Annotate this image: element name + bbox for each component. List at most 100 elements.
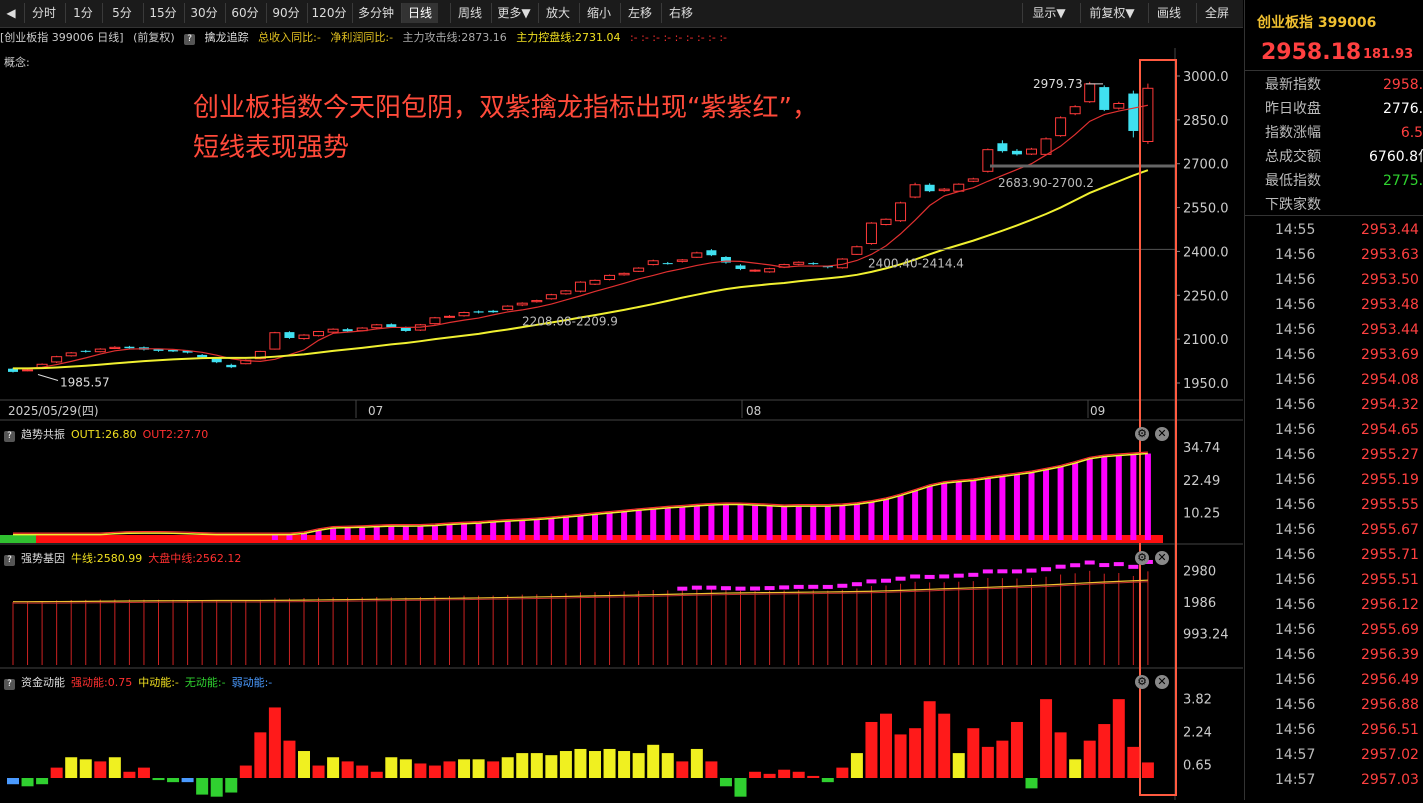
tick-row: 14:56 2956.49 bbox=[1245, 668, 1423, 693]
fund-bar bbox=[327, 757, 340, 778]
candle-body bbox=[967, 178, 979, 182]
fund-bar bbox=[618, 751, 631, 778]
toolbar-button-7[interactable]: 120分 bbox=[307, 3, 350, 23]
close-icon[interactable]: ✕ bbox=[1155, 675, 1169, 689]
trend-bar bbox=[475, 523, 482, 540]
tick-time: 14:56 bbox=[1275, 247, 1316, 263]
trend-bar bbox=[446, 524, 453, 540]
candle-body bbox=[458, 312, 470, 317]
fund-bar bbox=[778, 769, 791, 778]
trend-bar bbox=[1057, 466, 1064, 540]
trend-bar bbox=[1086, 458, 1093, 540]
toolbar-button-5[interactable]: 60分 bbox=[225, 3, 264, 23]
profit-yoy: 净利润同比:- bbox=[330, 31, 394, 44]
candle-body bbox=[589, 279, 601, 285]
gene-axis-label: 2980 bbox=[1183, 565, 1216, 580]
close-icon[interactable]: ✕ bbox=[1155, 551, 1169, 565]
trend-bar bbox=[621, 511, 628, 540]
fund-bar bbox=[763, 773, 776, 778]
fund-bar bbox=[472, 759, 485, 778]
toolbar-button-6[interactable]: 90分 bbox=[266, 3, 305, 23]
toolbar-right-button-3[interactable]: 全屏 bbox=[1196, 3, 1237, 23]
trend-pane-title: ? 趋势共振 OUT1:26.80 OUT2:27.70 bbox=[4, 426, 214, 442]
quote-price: 2958.18 bbox=[1261, 40, 1362, 65]
fund-bar bbox=[399, 759, 412, 778]
gene-marker bbox=[808, 584, 819, 589]
toolbar-button-1[interactable]: 1分 bbox=[65, 3, 100, 23]
control-line-value: 主力控盘线:2731.04 bbox=[516, 31, 621, 44]
stat-value: 2958.1 bbox=[1383, 77, 1423, 93]
candle-body bbox=[560, 290, 572, 295]
trend-bar bbox=[1101, 456, 1108, 540]
fund-bar bbox=[196, 778, 209, 795]
help-icon[interactable]: ? bbox=[4, 679, 15, 690]
toolbar-button-11[interactable]: 更多▼ bbox=[491, 3, 536, 23]
trend-bar bbox=[737, 504, 744, 540]
trend-bar bbox=[679, 506, 686, 540]
toolbar-button-9[interactable]: 日线 bbox=[401, 3, 438, 23]
gene-marker bbox=[779, 585, 790, 590]
toolbar-button-10[interactable]: 周线 bbox=[450, 3, 489, 23]
stat-label: 指数涨幅 bbox=[1265, 125, 1321, 141]
toolbar-button-14[interactable]: 左移 bbox=[620, 3, 659, 23]
trend-bar bbox=[315, 530, 322, 540]
candle-body bbox=[313, 331, 325, 337]
toolbar-button-15[interactable]: 右移 bbox=[661, 3, 700, 23]
fund-bar bbox=[530, 753, 543, 778]
fund-bar bbox=[487, 761, 500, 778]
fund-bar bbox=[36, 778, 49, 785]
toolbar-right-button-2[interactable]: 画线 bbox=[1148, 3, 1189, 23]
tick-time: 14:56 bbox=[1275, 272, 1316, 288]
candle-body bbox=[516, 302, 528, 306]
prev-stock-icon[interactable]: ◀ bbox=[2, 3, 20, 23]
gene-marker bbox=[1113, 562, 1124, 567]
help-icon[interactable]: ? bbox=[4, 431, 15, 442]
gene-marker bbox=[866, 579, 877, 584]
candle-body bbox=[1069, 106, 1081, 115]
fund-bar bbox=[501, 757, 514, 778]
fund-bar bbox=[152, 778, 165, 781]
toolbar-button-4[interactable]: 30分 bbox=[184, 3, 223, 23]
settings-icon[interactable]: ⚙ bbox=[1135, 427, 1149, 441]
chart-area[interactable]: 3000.0 2850.0 2700.0 2550.0 2400.0 2250.0 2100… bbox=[0, 48, 1243, 800]
tick-time: 14:57 bbox=[1275, 772, 1316, 788]
trend-bar bbox=[999, 476, 1006, 540]
tick-row: 14:57 2957.02 bbox=[1245, 743, 1423, 768]
fund-bar bbox=[414, 763, 427, 778]
fund-bar bbox=[283, 740, 296, 778]
toolbar-button-8[interactable]: 多分钟 bbox=[352, 3, 399, 23]
fund-bar bbox=[341, 761, 354, 778]
trend-axis-label: 34.74 bbox=[1183, 441, 1220, 456]
gene-marker bbox=[1070, 563, 1081, 568]
tick-time: 14:56 bbox=[1275, 722, 1316, 738]
fund-bar bbox=[181, 778, 194, 783]
stat-label: 最低指数 bbox=[1265, 173, 1321, 189]
trend-bar bbox=[766, 505, 773, 540]
settings-icon[interactable]: ⚙ bbox=[1135, 551, 1149, 565]
quote-title: 创业板指 399006 bbox=[1257, 15, 1377, 31]
trend-bar bbox=[461, 523, 468, 540]
quote-stat-row: 最新指数 2958.1 bbox=[1245, 73, 1423, 97]
tick-price: 2956.51 bbox=[1361, 722, 1419, 738]
tick-price: 2954.32 bbox=[1361, 397, 1419, 413]
toolbar-button-0[interactable]: 分时 bbox=[24, 3, 63, 23]
toolbar-button-2[interactable]: 5分 bbox=[102, 3, 141, 23]
stat-value: 2775.1 bbox=[1383, 173, 1423, 189]
toolbar-right-button-1[interactable]: 前复权▼ bbox=[1080, 3, 1143, 23]
close-icon[interactable]: ✕ bbox=[1155, 427, 1169, 441]
help-icon[interactable]: ? bbox=[4, 555, 15, 566]
tick-time: 14:56 bbox=[1275, 697, 1316, 713]
toolbar-button-3[interactable]: 15分 bbox=[143, 3, 182, 23]
toolbar-button-13[interactable]: 缩小 bbox=[579, 3, 618, 23]
trend-bar bbox=[868, 502, 875, 540]
gene-marker bbox=[691, 585, 702, 590]
toolbar-button-12[interactable]: 放大 bbox=[538, 3, 577, 23]
settings-icon[interactable]: ⚙ bbox=[1135, 675, 1149, 689]
help-icon[interactable]: ? bbox=[184, 34, 196, 45]
tick-row: 14:56 2955.51 bbox=[1245, 568, 1423, 593]
month-label: 07 bbox=[368, 404, 383, 418]
trend-bar bbox=[402, 526, 409, 540]
toolbar-right-button-0[interactable]: 显示▼ bbox=[1022, 3, 1075, 23]
fund-pane-title: ? 资金动能 强动能:0.75 中动能:- 无动能:- 弱动能:- bbox=[4, 674, 278, 690]
candle-body bbox=[924, 184, 935, 192]
